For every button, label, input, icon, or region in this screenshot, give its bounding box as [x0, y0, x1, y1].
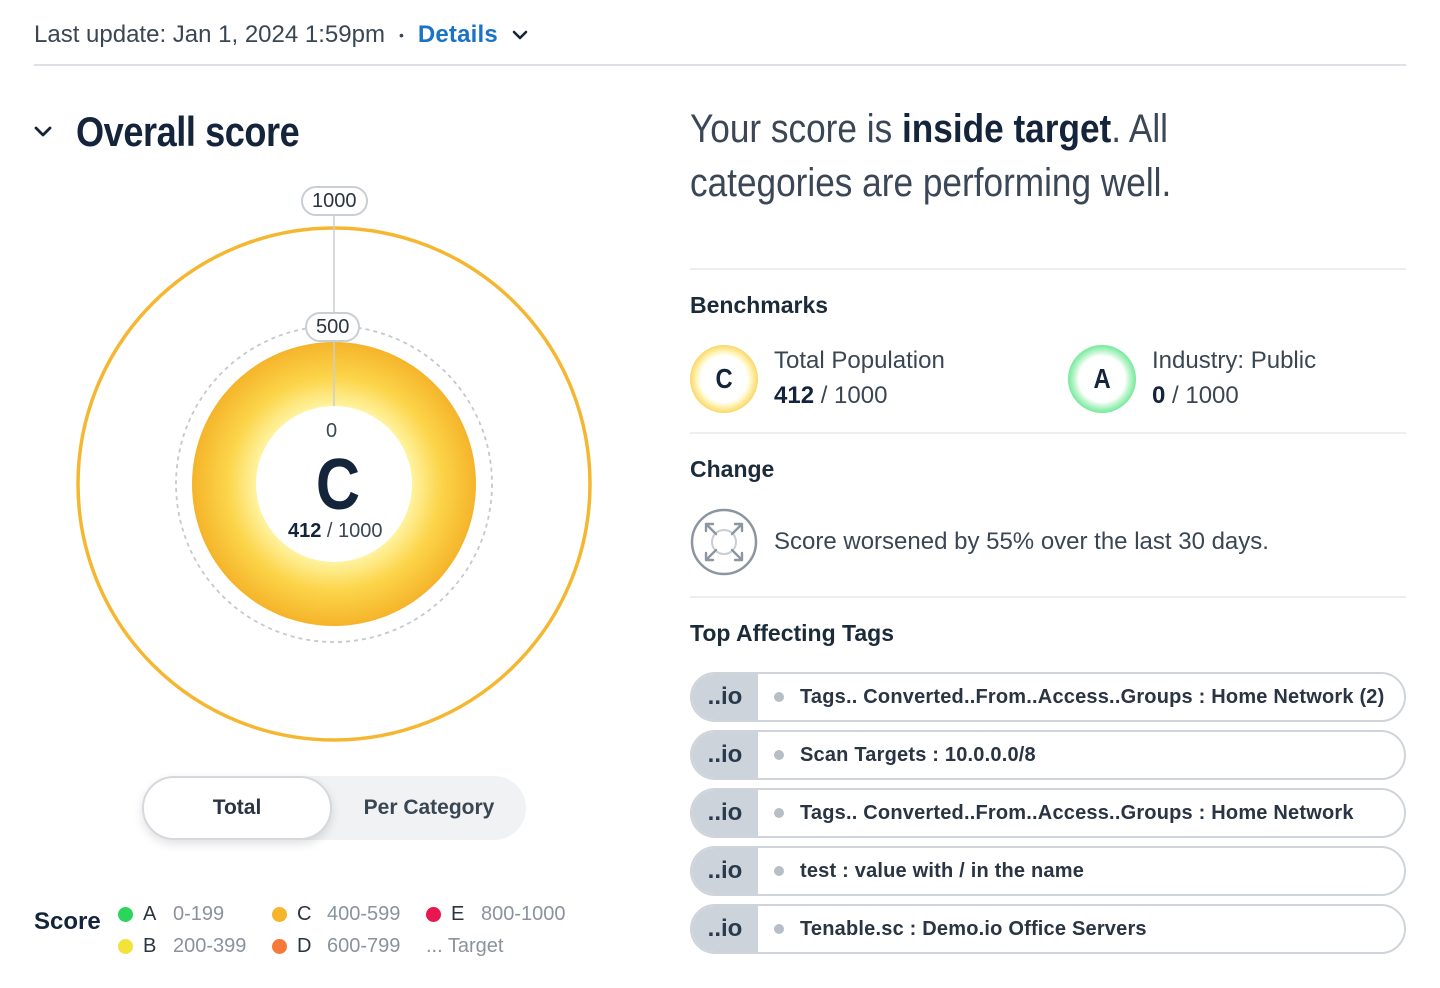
legend-range: 400-599	[327, 902, 401, 925]
scale-zero-label: 0	[326, 420, 338, 442]
legend-swatch	[272, 906, 287, 922]
change-text: Score worsened by 55% over the last 30 d…	[774, 528, 1269, 555]
overall-score-header[interactable]: Overall score	[32, 108, 336, 156]
view-toggle: Per Category Total	[142, 776, 526, 840]
bullet-icon	[774, 866, 784, 876]
tag-label: Tags.. Converted..From..Access..Groups :…	[800, 801, 1354, 824]
legend-range: 0-199	[173, 902, 225, 925]
chevron-down-icon[interactable]	[512, 30, 528, 40]
tag-label: Scan Targets : 10.0.0.0/8	[800, 743, 1036, 766]
legend-item-c: C 400-599	[272, 900, 400, 928]
gauge-score: 412 / 1000	[288, 520, 383, 543]
chevron-down-icon[interactable]	[32, 121, 54, 143]
bullet-icon	[774, 692, 784, 702]
grade-letter: C	[315, 445, 361, 525]
benchmark-score-value: 412	[774, 382, 815, 409]
tag-source: ..io	[692, 732, 758, 778]
tag-item[interactable]: ..io Scan Targets : 10.0.0.0/8	[690, 730, 1406, 780]
tag-label: test : value with / in the name	[800, 859, 1085, 882]
tag-item[interactable]: ..io Tags.. Converted..From..Access..Gro…	[690, 788, 1406, 838]
legend-grade: B	[143, 934, 157, 957]
total-toggle[interactable]: Total	[142, 776, 332, 840]
summary-prefix: Your score is	[690, 107, 902, 151]
last-update-text: Last update: Jan 1, 2024 1:59pm	[34, 21, 385, 48]
score-gauge: 1000 500 0 C 412 / 1000	[76, 186, 596, 746]
details-link[interactable]: Details	[418, 21, 498, 49]
benchmark-score-value: 0	[1152, 382, 1166, 409]
grade-badge: A	[1068, 345, 1136, 413]
legend-grade: E	[451, 902, 465, 925]
benchmarks-heading: Benchmarks	[690, 292, 829, 318]
benchmark-total-population: C Total Population 412 / 1000	[690, 344, 945, 414]
legend-item-d: D 600-799	[272, 932, 400, 960]
legend-grade: A	[143, 902, 157, 925]
score-summary: Your score is inside target. All categor…	[690, 102, 1324, 210]
arrows-expand-icon	[690, 508, 758, 576]
bullet-icon	[774, 808, 784, 818]
gauge-score-value: 412	[288, 520, 322, 542]
legend-grade: D	[297, 934, 312, 957]
legend-grade: C	[297, 902, 312, 925]
benchmark-score: 0 / 1000	[1152, 378, 1316, 414]
change-heading: Change	[690, 456, 775, 482]
legend-swatch	[118, 938, 133, 954]
legend-range: 800-1000	[481, 902, 566, 925]
divider	[690, 268, 1406, 270]
benchmark-score-max: / 1000	[814, 382, 888, 409]
page-title: Overall score	[76, 108, 300, 155]
benchmark-name: Industry: Public	[1152, 347, 1317, 374]
gauge-score-max: / 1000	[321, 520, 383, 542]
summary-emphasis: inside target	[901, 107, 1112, 151]
badge-grade: C	[715, 363, 733, 394]
last-update-bar: Last update: Jan 1, 2024 1:59pm • Detail…	[34, 18, 528, 52]
tag-item[interactable]: ..io Tags.. Converted..From..Access..Gro…	[690, 672, 1406, 722]
tag-source: ..io	[692, 790, 758, 836]
legend-swatch	[426, 906, 441, 922]
tag-item[interactable]: ..io test : value with / in the name	[690, 846, 1406, 896]
tag-label: Tenable.sc : Demo.io Office Servers	[800, 917, 1147, 940]
tag-label: Tags.. Converted..From..Access..Groups :…	[800, 685, 1385, 708]
tags-list: ..io Tags.. Converted..From..Access..Gro…	[690, 672, 1406, 962]
grade-badge: C	[690, 345, 758, 413]
change-row: Score worsened by 55% over the last 30 d…	[690, 508, 1269, 576]
bullet-icon	[774, 750, 784, 760]
legend-item-a: A 0-199	[118, 900, 224, 928]
benchmark-score: 412 / 1000	[774, 378, 945, 414]
legend-swatch	[118, 906, 133, 922]
tag-source: ..io	[692, 674, 758, 720]
benchmark-name: Total Population	[774, 347, 945, 374]
per-category-toggle[interactable]: Per Category	[332, 776, 526, 840]
legend-item-b: B 200-399	[118, 932, 246, 960]
legend-swatch	[272, 938, 287, 954]
divider	[690, 432, 1406, 434]
legend-range: 600-799	[327, 934, 401, 957]
legend-target-label: ... Target	[426, 934, 504, 957]
divider	[690, 596, 1406, 598]
legend-target: ... Target	[426, 932, 503, 960]
legend-item-e: E 800-1000	[426, 900, 566, 928]
scale-mid-label: 500	[305, 312, 361, 342]
tag-item[interactable]: ..io Tenable.sc : Demo.io Office Servers	[690, 904, 1406, 954]
scale-max-label: 1000	[301, 186, 368, 216]
separator-dot: •	[398, 27, 404, 43]
benchmark-score-max: / 1000	[1165, 382, 1239, 409]
legend-label: Score	[34, 908, 101, 935]
badge-grade: A	[1093, 363, 1111, 394]
benchmark-industry: A Industry: Public 0 / 1000	[1068, 344, 1316, 414]
legend-range: 200-399	[173, 934, 247, 957]
divider	[34, 64, 1406, 66]
tags-heading: Top Affecting Tags	[690, 620, 895, 646]
bullet-icon	[774, 924, 784, 934]
tag-source: ..io	[692, 906, 758, 952]
tag-source: ..io	[692, 848, 758, 894]
